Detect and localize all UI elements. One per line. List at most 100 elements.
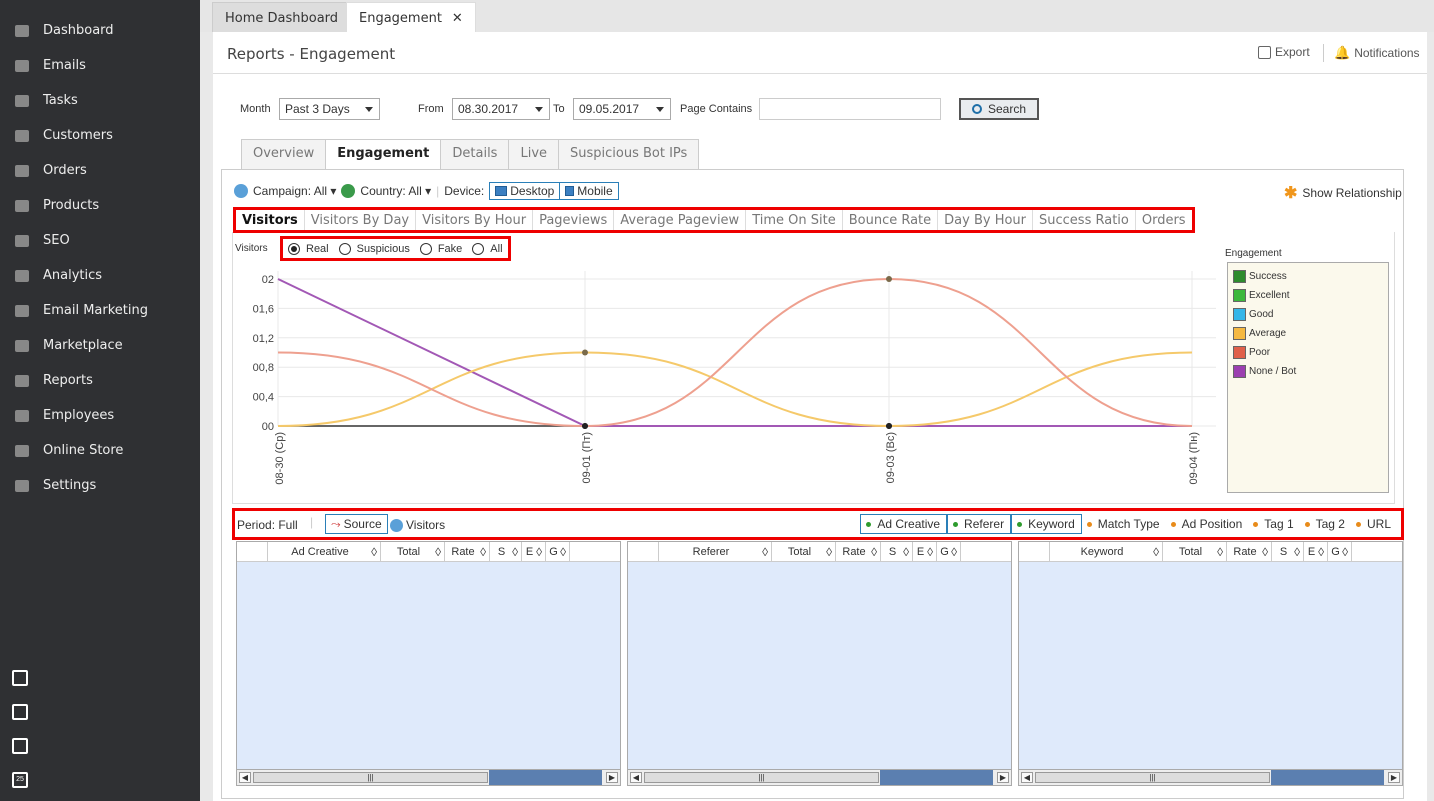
- windows-icon[interactable]: [10, 668, 30, 688]
- scroll-left-icon[interactable]: ◀: [630, 772, 642, 783]
- filter-ad-creative[interactable]: Ad Creative: [860, 514, 948, 534]
- column-header[interactable]: E ◊: [522, 542, 546, 561]
- sidebar-item-email-marketing[interactable]: Email Marketing: [0, 293, 200, 328]
- column-header[interactable]: S ◊: [1272, 542, 1304, 561]
- from-date-select[interactable]: 08.30.2017: [452, 98, 550, 120]
- radio-real[interactable]: Real: [288, 242, 329, 255]
- column-header[interactable]: S ◊: [881, 542, 913, 561]
- column-header[interactable]: Total ◊: [1163, 542, 1227, 561]
- radio-suspicious[interactable]: Suspicious: [338, 242, 410, 255]
- horizontal-scrollbar[interactable]: ◀ ||| ▶: [1019, 769, 1402, 785]
- sidebar-item-tasks[interactable]: Tasks: [0, 83, 200, 118]
- horizontal-scrollbar[interactable]: ◀ ||| ▶: [628, 769, 1011, 785]
- column-header[interactable]: Ad Creative ◊: [268, 542, 381, 561]
- metric-tab-time-on-site[interactable]: Time On Site: [746, 210, 843, 230]
- tab-home-dashboard[interactable]: Home Dashboard: [212, 2, 352, 32]
- notifications-button[interactable]: 🔔 Notifications: [1334, 45, 1420, 61]
- tab-suspicious-bot-ips[interactable]: Suspicious Bot IPs: [558, 139, 700, 169]
- column-header[interactable]: Keyword ◊: [1050, 542, 1163, 561]
- column-header[interactable]: Rate ◊: [1227, 542, 1272, 561]
- calendar-icon[interactable]: 25: [10, 770, 30, 790]
- search-button[interactable]: Search: [959, 98, 1039, 120]
- column-header[interactable]: Total ◊: [381, 542, 445, 561]
- sidebar-item-online-store[interactable]: Online Store: [0, 433, 200, 468]
- sidebar-item-dashboard[interactable]: Dashboard: [0, 13, 200, 48]
- filter-keyword[interactable]: Keyword: [1011, 514, 1082, 534]
- tab-engagement[interactable]: Engagement ✕: [346, 2, 476, 32]
- filter-url[interactable]: URL: [1351, 514, 1397, 534]
- scroll-track[interactable]: [489, 770, 602, 785]
- metric-tab-success-ratio[interactable]: Success Ratio: [1033, 210, 1136, 230]
- sidebar-item-seo[interactable]: SEO: [0, 223, 200, 258]
- column-header[interactable]: [237, 542, 268, 561]
- close-icon[interactable]: ✕: [452, 11, 463, 26]
- scroll-track[interactable]: [880, 770, 993, 785]
- column-header[interactable]: Referer ◊: [659, 542, 772, 561]
- sidebar-item-emails[interactable]: Emails: [0, 48, 200, 83]
- lightbulb-icon[interactable]: [10, 702, 30, 722]
- filter-tag-2[interactable]: Tag 2: [1300, 514, 1351, 534]
- sidebar-item-analytics[interactable]: Analytics: [0, 258, 200, 293]
- sidebar-item-marketplace[interactable]: Marketplace: [0, 328, 200, 363]
- scroll-right-icon[interactable]: ▶: [997, 772, 1009, 783]
- column-header[interactable]: E ◊: [913, 542, 937, 561]
- tab-overview[interactable]: Overview: [241, 139, 327, 169]
- column-header[interactable]: G ◊: [937, 542, 961, 561]
- sidebar-item-settings[interactable]: Settings: [0, 468, 200, 503]
- column-header[interactable]: [1019, 542, 1050, 561]
- data-point[interactable]: [582, 423, 588, 429]
- metric-tab-day-by-hour[interactable]: Day By Hour: [938, 210, 1034, 230]
- sidebar-item-products[interactable]: Products: [0, 188, 200, 223]
- scroll-right-icon[interactable]: ▶: [606, 772, 618, 783]
- calculator-icon[interactable]: [10, 736, 30, 756]
- metric-tab-bounce-rate[interactable]: Bounce Rate: [843, 210, 939, 230]
- to-date-select[interactable]: 09.05.2017: [573, 98, 671, 120]
- source-button[interactable]: ⤳ Source: [325, 514, 388, 534]
- month-select[interactable]: Past 3 Days: [279, 98, 380, 120]
- scroll-thumb[interactable]: |||: [644, 772, 879, 783]
- sidebar-item-orders[interactable]: Orders: [0, 153, 200, 188]
- data-point[interactable]: [582, 349, 588, 356]
- filter-tag-1[interactable]: Tag 1: [1248, 514, 1299, 534]
- scroll-right-icon[interactable]: ▶: [1388, 772, 1400, 783]
- metric-tab-pageviews[interactable]: Pageviews: [533, 210, 615, 230]
- sidebar-item-reports[interactable]: Reports: [0, 363, 200, 398]
- column-header[interactable]: S ◊: [490, 542, 522, 561]
- scroll-left-icon[interactable]: ◀: [239, 772, 251, 783]
- radio-fake[interactable]: Fake: [419, 242, 462, 255]
- radio-all[interactable]: All: [472, 242, 503, 255]
- filter-match-type[interactable]: Match Type: [1082, 514, 1166, 534]
- column-header[interactable]: G ◊: [546, 542, 570, 561]
- sidebar-item-label: Reports: [43, 373, 93, 388]
- legend-item: Success: [1233, 267, 1383, 286]
- page-contains-input[interactable]: [759, 98, 941, 120]
- data-grid: Ad Creative ◊ Total ◊ Rate ◊ S ◊ E ◊ G ◊ ◀ ||| ▶: [236, 541, 621, 786]
- tab-live[interactable]: Live: [508, 139, 560, 169]
- visitors-button[interactable]: Visitors: [390, 518, 445, 532]
- filter-ad-position[interactable]: Ad Position: [1166, 514, 1249, 534]
- scroll-thumb[interactable]: |||: [1035, 772, 1270, 783]
- metric-tab-visitors-by-day[interactable]: Visitors By Day: [305, 210, 417, 230]
- tab-engagement[interactable]: Engagement: [325, 139, 442, 169]
- filter-referer[interactable]: Referer: [947, 514, 1012, 534]
- metric-tab-orders[interactable]: Orders: [1136, 210, 1192, 230]
- scroll-track[interactable]: [1271, 770, 1384, 785]
- data-point[interactable]: [886, 276, 892, 282]
- sidebar-item-employees[interactable]: Employees: [0, 398, 200, 433]
- scroll-left-icon[interactable]: ◀: [1021, 772, 1033, 783]
- column-header[interactable]: Rate ◊: [445, 542, 490, 561]
- column-header[interactable]: Total ◊: [772, 542, 836, 561]
- data-point[interactable]: [886, 423, 892, 429]
- horizontal-scrollbar[interactable]: ◀ ||| ▶: [237, 769, 620, 785]
- sidebar-item-customers[interactable]: Customers: [0, 118, 200, 153]
- column-header[interactable]: E ◊: [1304, 542, 1328, 561]
- column-header[interactable]: [628, 542, 659, 561]
- scroll-thumb[interactable]: |||: [253, 772, 488, 783]
- metric-tab-average-pageview[interactable]: Average Pageview: [614, 210, 747, 230]
- column-header[interactable]: G ◊: [1328, 542, 1352, 561]
- metric-tab-visitors-by-hour[interactable]: Visitors By Hour: [416, 210, 534, 230]
- metric-tab-visitors[interactable]: Visitors: [236, 210, 305, 230]
- column-header[interactable]: Rate ◊: [836, 542, 881, 561]
- tab-details[interactable]: Details: [440, 139, 510, 169]
- export-button[interactable]: Export: [1258, 45, 1310, 59]
